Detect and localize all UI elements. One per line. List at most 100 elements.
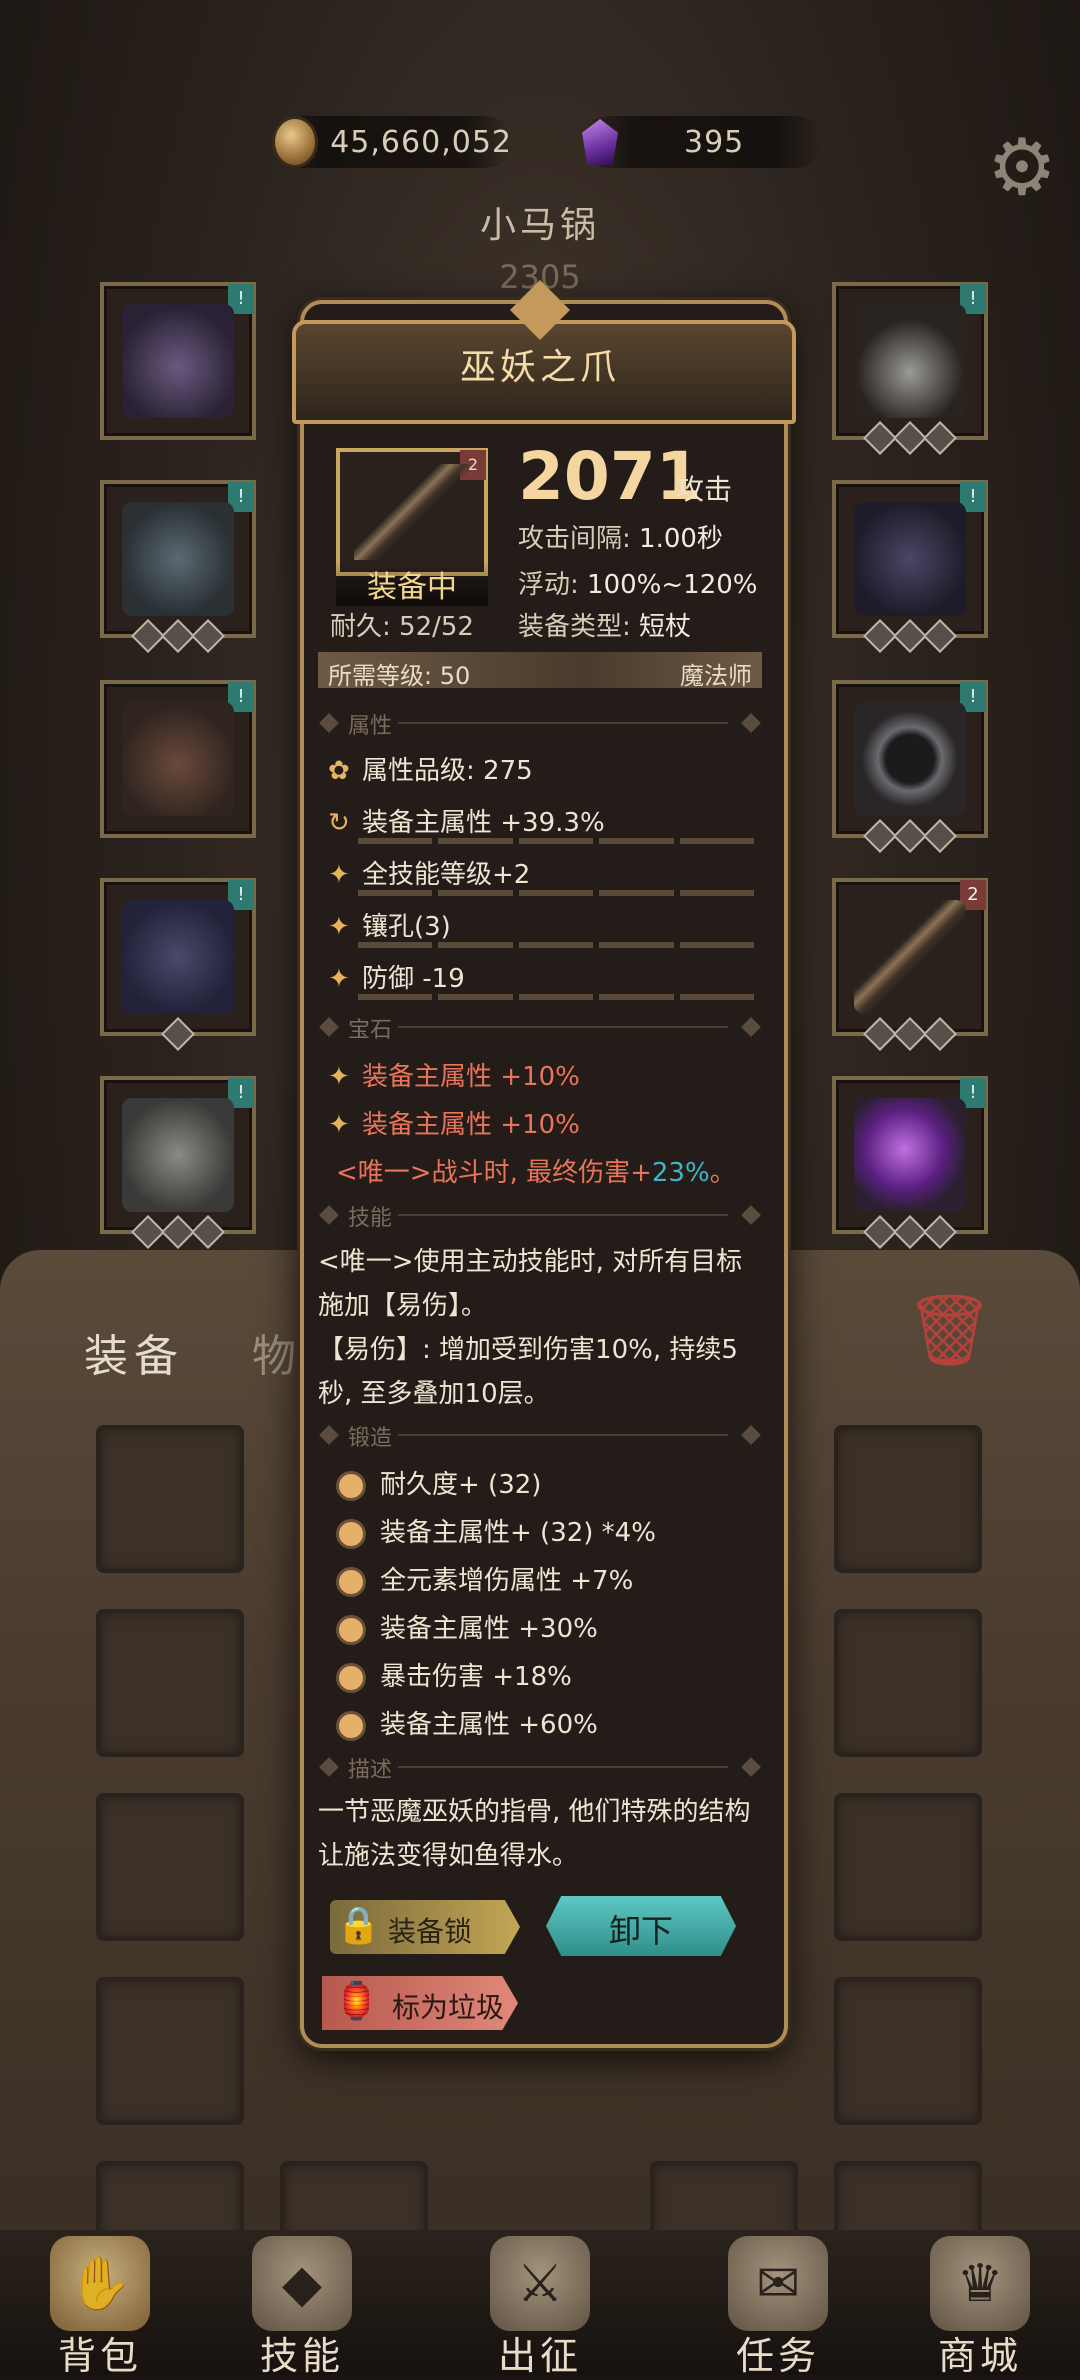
mark-as-junk-button[interactable]: 🏮 标为垃圾 <box>322 1976 518 2030</box>
attribute-text: 镶孔(3) <box>362 912 451 942</box>
slot-shoulder[interactable]: ! <box>832 480 988 653</box>
stat-label: 攻击间隔: <box>518 524 631 554</box>
forge-text: 耐久度+ (32) <box>380 1470 542 1500</box>
requirement-bar: 所需等级: 50 魔法师 <box>318 652 762 690</box>
gem-sockets <box>104 1017 252 1051</box>
lantern-icon: 🏮 <box>334 1981 379 2022</box>
bottom-nav: ✋ 背包 ◆ 技能 ⚔ 出征 ✉ 任务 ♛ 商城 <box>0 2230 1080 2378</box>
stat-value: 短杖 <box>639 612 692 642</box>
slot-orb[interactable]: ! <box>832 1076 988 1249</box>
equipment-type: 装备类型: 短杖 <box>518 606 691 643</box>
equipment-lock-button[interactable]: 🔒 装备锁 <box>330 1900 520 1954</box>
unequip-label: 卸下 <box>608 1912 673 1950</box>
nav-label: 任务 <box>735 2334 820 2378</box>
section-forge: 锻造 <box>318 1420 762 1451</box>
attribute-bar <box>358 994 755 1000</box>
gold-coin-icon <box>272 116 319 168</box>
section-description: 描述 <box>318 1752 762 1783</box>
slot-weapon[interactable]: 2 <box>832 878 988 1051</box>
inventory-cell[interactable] <box>834 1609 982 1757</box>
attribute-bar <box>358 890 755 896</box>
durability: 耐久: 52/52 <box>330 612 474 642</box>
section-title: 宝石 <box>348 1018 393 1043</box>
skill-note: 【易伤】: 增加受到伤害10%, 持续5秒, 至多叠加10层。 <box>318 1335 738 1409</box>
attack-interval: 攻击间隔: 1.00秒 <box>518 518 723 555</box>
inventory-cell[interactable] <box>96 1425 244 1573</box>
pants-icon <box>122 900 234 1014</box>
gem-sockets <box>104 619 252 653</box>
star-icon: ✦ <box>328 912 350 942</box>
attribute-text: 全技能等级+2 <box>362 860 531 890</box>
nav-expedition[interactable]: ⚔ 出征 <box>450 2230 630 2378</box>
forge-text: 暴击伤害 +18% <box>380 1662 572 1692</box>
equipped-label: 装备中 <box>336 562 488 606</box>
forge-text: 装备主属性 +30% <box>380 1614 598 1644</box>
gem-text: 装备主属性 +10% <box>362 1110 580 1140</box>
inventory-cell[interactable] <box>96 1977 244 2125</box>
reroll-icon: ↻ <box>328 808 350 838</box>
slot-amulet[interactable]: ! <box>832 282 988 455</box>
unique-gem-effect: <唯一>战斗时, 最终伤害+23%。 <box>336 1152 736 1189</box>
unique-suffix: 。 <box>709 1158 736 1188</box>
nav-quests[interactable]: ✉ 任务 <box>688 2230 868 2378</box>
section-attributes: 属性 <box>318 708 762 739</box>
inventory-cell[interactable] <box>96 1609 244 1757</box>
nav-backpack[interactable]: ✋ 背包 <box>10 2230 190 2378</box>
gem-sockets <box>836 619 984 653</box>
gem-line: ✦ 装备主属性 +10% <box>328 1056 580 1093</box>
slot-helmet[interactable]: ! <box>100 282 256 440</box>
item-name: 巫妖之爪 <box>459 347 620 388</box>
forge-line: 装备主属性 +30% <box>336 1608 598 1645</box>
float-range: 浮动: 100%~120% <box>518 564 757 601</box>
trash-icon[interactable]: 🗑 <box>905 1290 994 1370</box>
item-detail-popup: 巫妖之爪 2 装备中 耐久: 52/52 2071 攻击 攻击间隔: 1.00秒… <box>292 280 796 2048</box>
nav-skills[interactable]: ◆ 技能 <box>212 2230 392 2378</box>
amulet-icon <box>854 304 966 418</box>
grade-icon: ✿ <box>328 756 350 786</box>
gem-line: ✦ 装备主属性 +10% <box>328 1104 580 1141</box>
shoulder-icon <box>854 502 966 616</box>
nav-shop[interactable]: ♛ 商城 <box>890 2230 1070 2378</box>
purple-gem-icon <box>582 119 618 165</box>
inventory-cell[interactable] <box>834 1793 982 1941</box>
tab-equipment[interactable]: 装备 <box>84 1320 184 1384</box>
slot-ring[interactable]: ! <box>832 680 988 853</box>
helmet-icon <box>122 304 234 418</box>
lock-label: 装备锁 <box>388 1915 473 1948</box>
gloves-icon <box>122 702 234 816</box>
slot-boots[interactable]: ! <box>100 1076 256 1249</box>
nav-label: 出征 <box>497 2334 582 2378</box>
nav-label: 技能 <box>259 2334 344 2378</box>
inventory-cell[interactable] <box>96 1793 244 1941</box>
star-icon: ✦ <box>328 1110 350 1140</box>
skills-icon: ◆ <box>252 2236 352 2331</box>
unequip-button[interactable]: 卸下 <box>546 1896 736 1956</box>
forge-text: 装备主属性+ (32) *4% <box>380 1518 656 1548</box>
required-level: 所需等级: 50 <box>328 662 471 690</box>
attribute-line: ✦ 全技能等级+2 <box>328 854 530 891</box>
gem-sockets <box>836 1215 984 1249</box>
lock-icon: 🔒 <box>336 1905 381 1946</box>
popup-header: 巫妖之爪 <box>272 280 808 424</box>
inventory-cell[interactable] <box>834 1977 982 2125</box>
player-name: 小马锅 <box>479 205 600 246</box>
forge-line: 全元素增伤属性 +7% <box>336 1560 633 1597</box>
inventory-cell[interactable] <box>834 1425 982 1573</box>
nav-label: 背包 <box>57 2334 142 2378</box>
required-class: 魔法师 <box>680 662 752 690</box>
attribute-text: 属性品级: 275 <box>362 756 533 786</box>
slot-pants[interactable]: ! <box>100 878 256 1051</box>
attribute-line: ✦ 防御 -19 <box>328 958 465 995</box>
expedition-sword-icon: ⚔ <box>490 2236 590 2331</box>
star-icon: ✦ <box>328 860 350 890</box>
slot-armor[interactable]: ! <box>100 480 256 653</box>
stat-label: 装备类型: <box>518 612 631 642</box>
quest-scroll-icon: ✉ <box>728 2236 828 2331</box>
backpack-icon: ✋ <box>50 2236 150 2331</box>
attribute-text: 装备主属性 +39.3% <box>362 808 605 838</box>
attack-value: 2071 <box>518 438 702 515</box>
gem-sockets <box>104 1215 252 1249</box>
forge-line: 暴击伤害 +18% <box>336 1656 572 1693</box>
attribute-text: 防御 -19 <box>362 964 465 994</box>
slot-gloves[interactable]: ! <box>100 680 256 838</box>
